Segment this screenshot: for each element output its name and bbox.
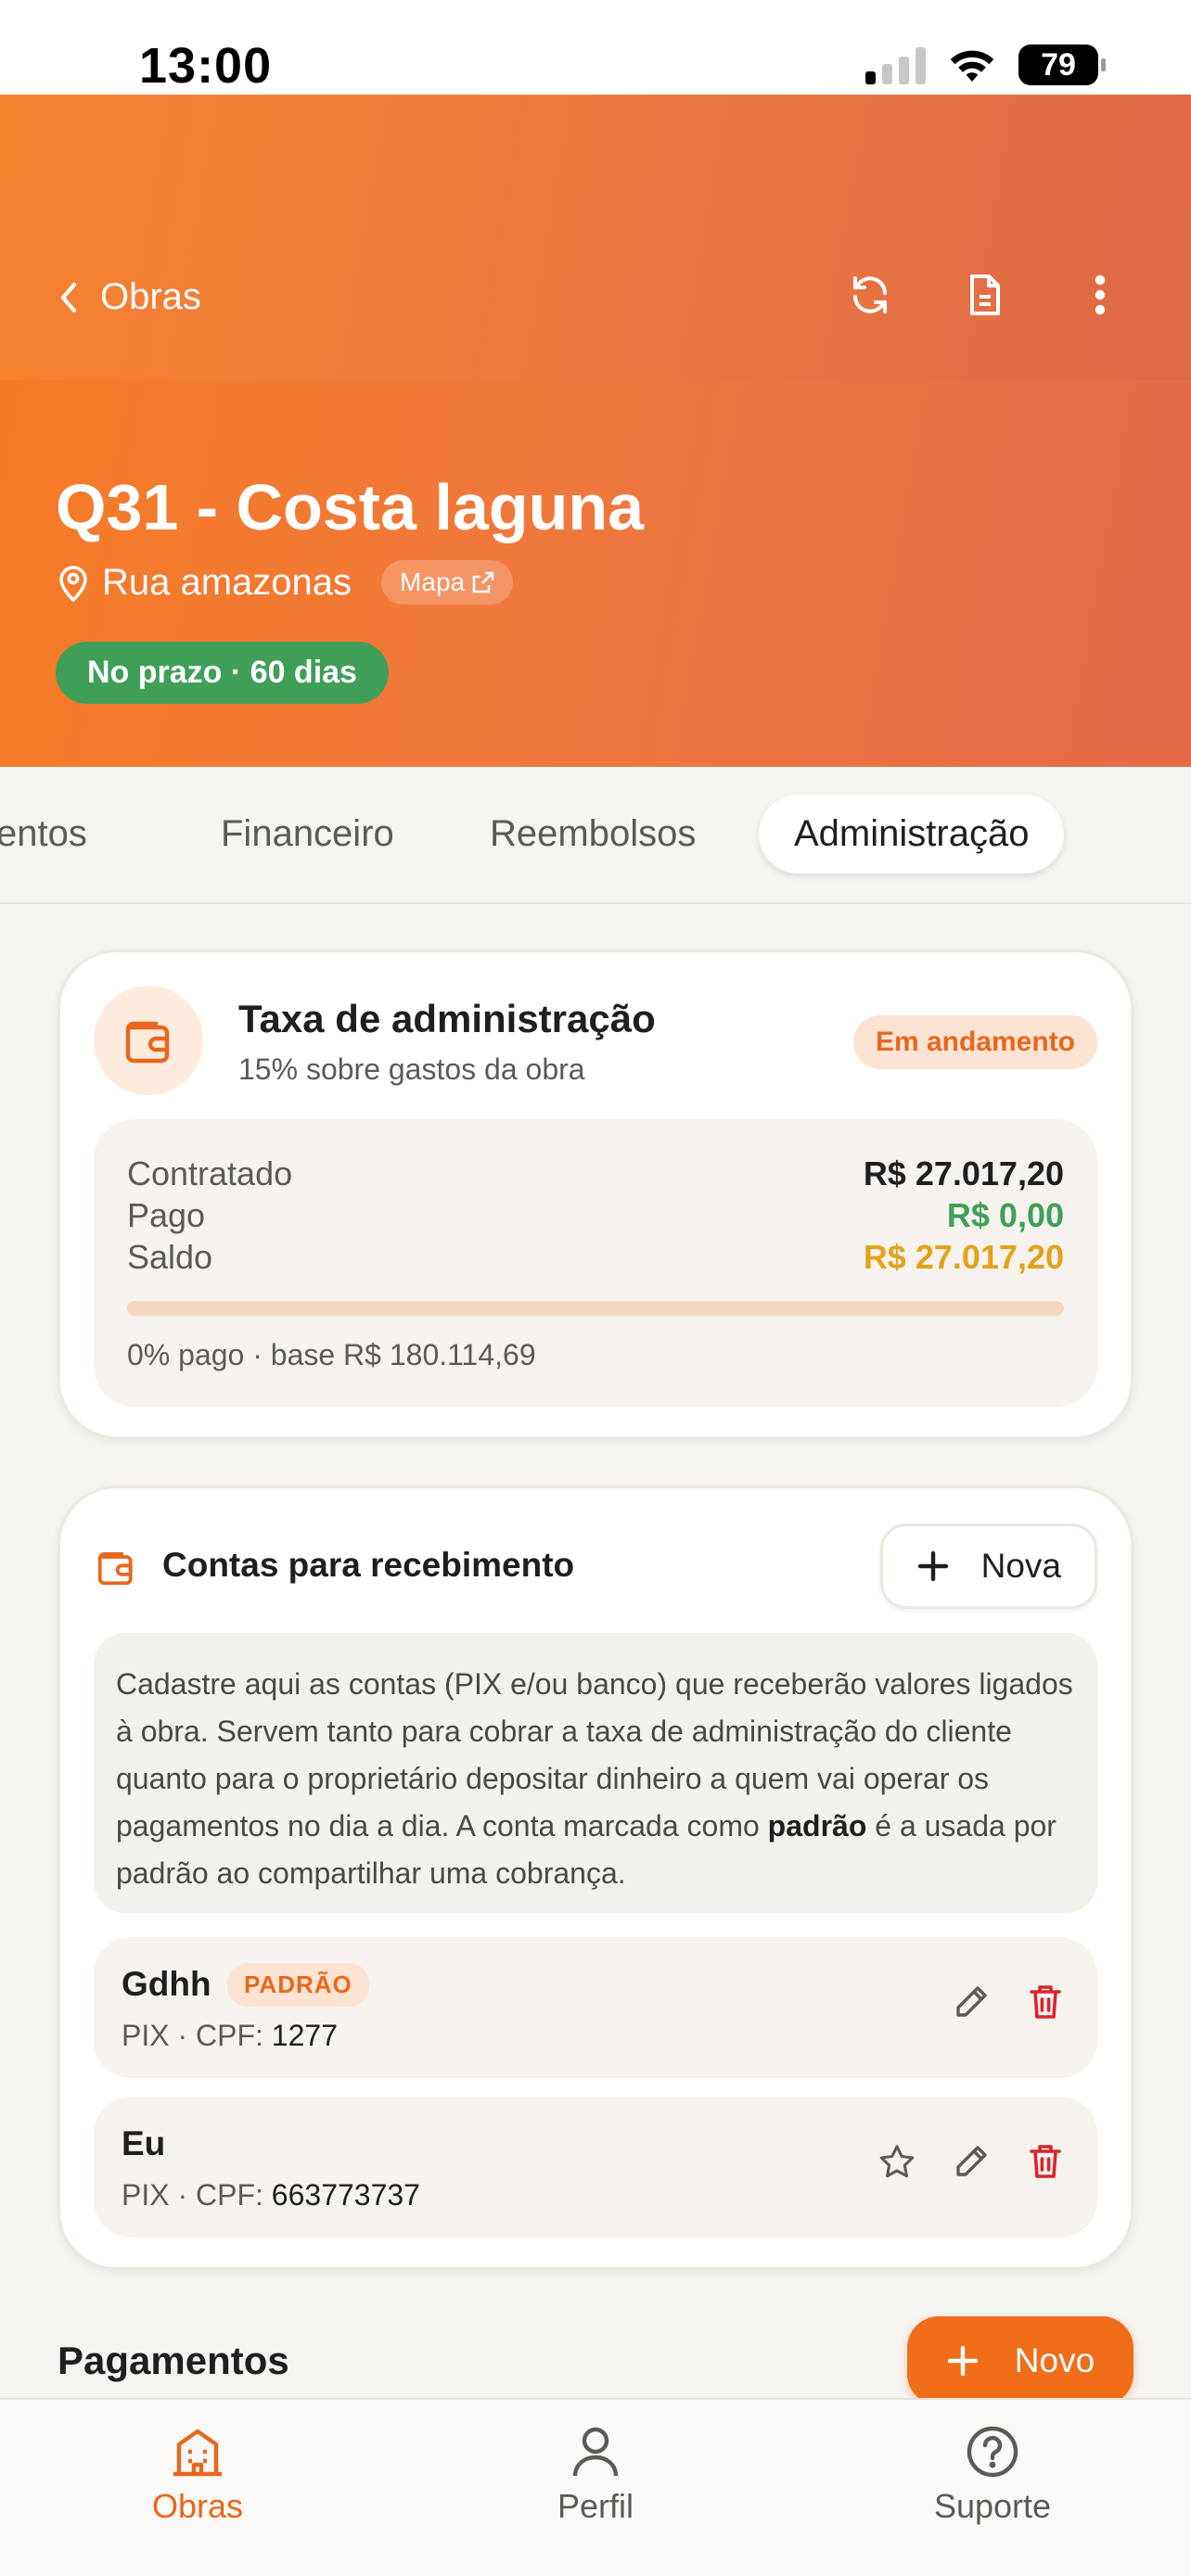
- tab-financeiro[interactable]: Financeiro: [221, 813, 394, 855]
- nav-perfil[interactable]: Perfil: [484, 2426, 707, 2526]
- nav-suporte[interactable]: Suporte: [881, 2426, 1104, 2526]
- payment-summary: 0% pago · base R$ 180.114,69: [127, 1338, 536, 1371]
- nav-obras[interactable]: Obras: [86, 2426, 309, 2526]
- status-icons: 79: [865, 45, 1106, 85]
- admin-fee-values: Contratado R$ 27.017,20 Pago R$ 0,00 Sal…: [94, 1119, 1097, 1407]
- edit-icon[interactable]: [953, 2143, 990, 2180]
- user-icon: [572, 2427, 619, 2477]
- admin-fee-card: Taxa de administração 15% sobre gastos d…: [58, 950, 1133, 1439]
- status-badge: Em andamento: [852, 1015, 1097, 1069]
- wifi-icon: [950, 50, 994, 82]
- bottom-navigation: Obras Perfil Suporte: [0, 2398, 1191, 2576]
- edit-icon[interactable]: [953, 1983, 990, 2021]
- signal-icon: [865, 45, 926, 84]
- project-title: Q31 - Costa laguna: [56, 471, 645, 543]
- address-text: Rua amazonas: [102, 561, 352, 603]
- account-item[interactable]: Eu PIX · CPF: 663773737: [94, 2097, 1097, 2238]
- deadline-badge: No prazo · 60 dias: [56, 642, 389, 704]
- header-actions: [846, 271, 1124, 319]
- refresh-icon[interactable]: [846, 271, 894, 319]
- account-name: Gdhh: [122, 1965, 211, 2003]
- map-pin-icon: [59, 566, 87, 602]
- project-address: Rua amazonas Mapa: [58, 560, 514, 605]
- trash-icon[interactable]: [1027, 2143, 1064, 2180]
- account-detail: PIX · CPF: 1277: [122, 2019, 338, 2052]
- new-account-button[interactable]: Nova: [879, 1524, 1097, 1609]
- row-pago: Pago R$ 0,00: [127, 1196, 1064, 1234]
- tab-lancamentos[interactable]: entos: [0, 813, 87, 855]
- help-icon: [967, 2426, 1018, 2478]
- plus-icon: [947, 2345, 978, 2377]
- back-label: Obras: [100, 276, 201, 317]
- account-detail: PIX · CPF: 663773737: [122, 2178, 420, 2212]
- wallet-icon: [94, 986, 203, 1095]
- status-time: 13:00: [139, 38, 273, 94]
- star-icon[interactable]: [878, 2143, 916, 2180]
- admin-fee-title: Taxa de administração: [238, 997, 656, 1040]
- chevron-left-icon: [60, 282, 77, 312]
- status-bar: 13:00 79: [0, 0, 1191, 95]
- accounts-card: Contas para recebimento Nova Cadastre aq…: [58, 1486, 1133, 2270]
- tab-administracao[interactable]: Administração: [759, 795, 1065, 874]
- map-link[interactable]: Mapa: [381, 560, 514, 605]
- accounts-title: Contas para recebimento: [162, 1546, 575, 1584]
- building-icon: [173, 2429, 222, 2477]
- account-actions: [878, 2143, 1064, 2180]
- row-saldo: Saldo R$ 27.017,20: [127, 1238, 1064, 1276]
- account-actions: [953, 1983, 1064, 2021]
- account-name: Eu: [122, 2124, 166, 2162]
- admin-fee-subtitle: 15% sobre gastos da obra: [238, 1052, 585, 1086]
- default-badge: PADRÃO: [227, 1963, 369, 2007]
- trash-icon[interactable]: [1027, 1983, 1064, 2021]
- back-button[interactable]: Obras: [58, 276, 201, 318]
- tab-reembolsos[interactable]: Reembolsos: [490, 813, 696, 855]
- external-link-icon: [472, 571, 494, 593]
- plus-icon: [917, 1550, 948, 1582]
- account-item[interactable]: Gdhh PADRÃO PIX · CPF: 1277: [94, 1937, 1097, 2078]
- new-payment-button[interactable]: Novo: [907, 2316, 1133, 2405]
- payments-title: Pagamentos: [58, 2339, 289, 2382]
- accounts-info: Cadastre aqui as contas (PIX e/ou banco)…: [94, 1633, 1097, 1913]
- project-header: Obras Q31 - Costa laguna Rua amazonas Ma…: [0, 95, 1191, 767]
- row-contratado: Contratado R$ 27.017,20: [127, 1154, 1064, 1192]
- section-tabs: entos Financeiro Reembolsos Administraçã…: [0, 767, 1191, 904]
- document-icon[interactable]: [961, 271, 1009, 319]
- battery-indicator: 79: [1018, 45, 1106, 85]
- payment-progress-bar: [127, 1301, 1064, 1316]
- more-vertical-icon[interactable]: [1076, 271, 1124, 319]
- wallet-icon: [97, 1551, 133, 1586]
